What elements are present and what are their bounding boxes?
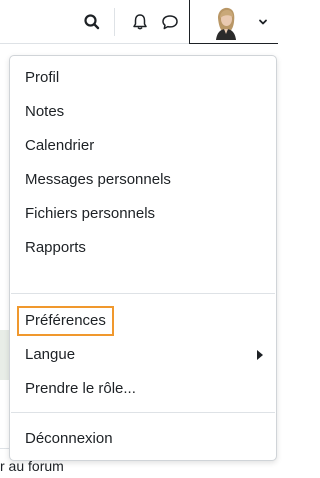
menu-divider bbox=[11, 412, 275, 413]
menu-item-rapports[interactable]: Rapports bbox=[11, 231, 275, 265]
menu-item-deconnexion[interactable]: Déconnexion bbox=[11, 422, 275, 456]
bell-icon[interactable] bbox=[130, 12, 150, 32]
menu-item-label: Profil bbox=[25, 69, 60, 86]
navbar-separator bbox=[114, 8, 115, 36]
search-icon[interactable] bbox=[82, 12, 102, 32]
menu-item-label: Rapports bbox=[25, 239, 86, 256]
menu-item-label: Notes bbox=[25, 103, 65, 120]
menu-item-fichiers-personnels[interactable]: Fichiers personnels bbox=[11, 197, 275, 231]
menu-item-label: Prendre le rôle... bbox=[25, 380, 136, 397]
menu-item-label: Déconnexion bbox=[25, 430, 113, 447]
menu-item-label: Langue bbox=[25, 346, 76, 363]
avatar bbox=[208, 4, 244, 40]
menu-item-label: Fichiers personnels bbox=[25, 205, 156, 222]
page: r au forum Profil Notes Calendrier Messa… bbox=[0, 0, 278, 478]
menu-item-label: Messages personnels bbox=[25, 171, 171, 188]
menu-item-messages-personnels[interactable]: Messages personnels bbox=[11, 163, 275, 197]
background-panel bbox=[0, 330, 9, 380]
chevron-right-icon bbox=[257, 350, 263, 360]
top-navbar bbox=[0, 0, 278, 44]
chat-icon[interactable] bbox=[160, 12, 180, 32]
user-menu-toggle[interactable] bbox=[189, 0, 278, 44]
menu-item-notes[interactable]: Notes bbox=[11, 95, 275, 129]
menu-item-calendrier[interactable]: Calendrier bbox=[11, 129, 275, 163]
menu-item-label: Préférences bbox=[17, 306, 114, 336]
menu-item-prendre-le-role[interactable]: Prendre le rôle... bbox=[11, 372, 275, 406]
menu-item-langue[interactable]: Langue bbox=[11, 338, 275, 372]
menu-divider bbox=[11, 293, 275, 294]
menu-item-label: Calendrier bbox=[25, 137, 95, 154]
menu-item-preferences[interactable]: Préférences bbox=[11, 304, 275, 338]
user-dropdown-menu: Profil Notes Calendrier Messages personn… bbox=[9, 55, 277, 461]
chevron-down-icon bbox=[259, 19, 267, 25]
menu-item-profil[interactable]: Profil bbox=[11, 61, 275, 95]
